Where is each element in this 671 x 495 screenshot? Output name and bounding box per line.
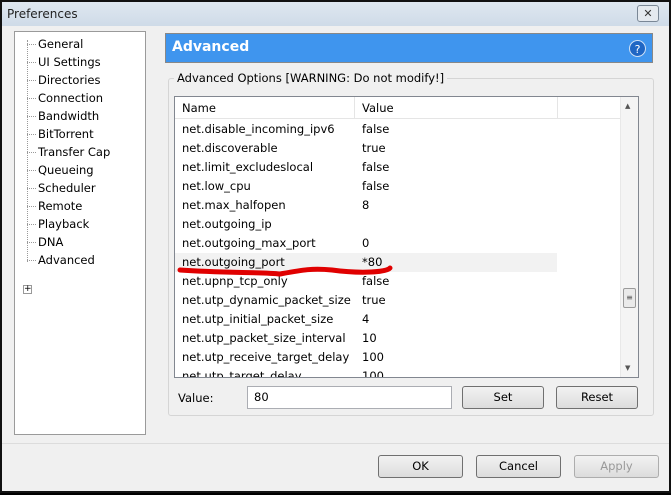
tree-item-playback[interactable]: Playback [38,215,89,233]
option-value: true [362,141,386,155]
tree-item-directories[interactable]: Directories [38,71,100,89]
tree-item-queueing[interactable]: Queueing [38,161,94,179]
tree-connector [27,44,36,45]
tree-item-bittorrent[interactable]: BitTorrent [38,125,94,143]
expand-icon[interactable]: + [23,285,32,294]
option-value: false [362,122,390,136]
section-title: Advanced [172,39,250,55]
value-label: Value: [178,391,214,405]
option-name: net.max_halfopen [182,198,286,212]
column-header-name[interactable]: Name [182,101,216,115]
ok-button[interactable]: OK [378,455,463,478]
section-header: Advanced ? [165,33,653,63]
option-name: net.utp_packet_size_interval [182,331,346,345]
list-header: Name Value [175,97,621,119]
window-title: Preferences [7,7,78,21]
tree-connector [27,152,36,153]
scroll-down-icon[interactable]: ▼ [625,364,630,372]
tree-item-remote[interactable]: Remote [38,197,82,215]
help-icon[interactable]: ? [629,40,646,57]
table-row[interactable]: net.disable_incoming_ipv6 false [175,120,557,139]
table-row[interactable]: net.utp_initial_packet_size 4 [175,310,557,329]
option-value: *80 [362,255,383,269]
tree-item-transfer-cap[interactable]: Transfer Cap [38,143,110,161]
tree-lines [27,40,28,262]
table-row[interactable]: net.utp_receive_target_delay 100 [175,348,557,367]
option-name: net.outgoing_port [182,255,285,269]
table-row[interactable]: net.discoverable true [175,139,557,158]
tree-connector [27,80,36,81]
option-value: false [362,274,390,288]
option-name: net.discoverable [182,141,278,155]
option-value: 100 [362,369,384,378]
options-list[interactable]: Name Value net.disable_incoming_ipv6fals… [174,96,639,378]
divider [2,443,669,444]
option-value: false [362,160,390,174]
vertical-scrollbar[interactable]: ▲ ≡ ▼ [620,97,638,377]
tree-connector [27,260,36,261]
category-tree: + General UI Settings Directories Connectio… [14,31,146,435]
option-name: net.low_cpu [182,179,251,193]
tree-connector [27,62,36,63]
option-name: net.outgoing_max_port [182,236,316,250]
option-value: 10 [362,331,377,345]
option-name: net.upnp_tcp_only [182,274,288,288]
group-label: Advanced Options [WARNING: Do not modify… [174,71,448,85]
option-value: false [362,179,390,193]
table-row[interactable]: net.outgoing_port *80 [175,253,557,272]
option-value: 4 [362,312,370,326]
tree-item-ui-settings[interactable]: UI Settings [38,53,101,71]
tree-item-scheduler[interactable]: Scheduler [38,179,96,197]
cancel-button[interactable]: Cancel [476,455,561,478]
table-row[interactable]: net.upnp_tcp_only false [175,272,557,291]
tree-item-general[interactable]: General [38,35,83,53]
column-divider[interactable] [557,97,558,119]
title-bar: Preferences ✕ [2,2,669,26]
scroll-up-icon[interactable]: ▲ [625,102,630,110]
option-value: true [362,293,386,307]
table-row[interactable]: net.utp_dynamic_packet_size true [175,291,557,310]
tree-item-connection[interactable]: Connection [38,89,103,107]
table-row[interactable]: net.outgoing_ip [175,215,557,234]
option-value: 100 [362,350,384,364]
tree-connector [27,170,36,171]
tree-connector [27,242,36,243]
scroll-thumb[interactable]: ≡ [623,288,636,308]
table-row[interactable]: net.max_halfopen 8 [175,196,557,215]
column-header-value[interactable]: Value [362,101,394,115]
table-row[interactable]: net.low_cpu false [175,177,557,196]
tree-connector [27,224,36,225]
tree-connector [27,188,36,189]
column-divider[interactable] [354,97,355,119]
option-name: net.utp_receive_target_delay [182,350,350,364]
table-row[interactable]: net.utp_target_delay 100 [175,367,557,378]
reset-button[interactable]: Reset [556,386,638,409]
apply-button[interactable]: Apply [574,455,659,478]
table-row[interactable]: net.outgoing_max_port 0 [175,234,557,253]
tree-connector [27,206,36,207]
tree-item-bandwidth[interactable]: Bandwidth [38,107,99,125]
tree-item-dna[interactable]: DNA [38,233,63,251]
tree-connector [27,134,36,135]
option-name: net.utp_target_delay [182,369,302,378]
close-button[interactable]: ✕ [637,5,659,22]
tree-item-advanced[interactable]: Advanced [38,251,95,269]
option-name: net.utp_dynamic_packet_size [182,293,351,307]
tree-connector [27,116,36,117]
option-name: net.outgoing_ip [182,217,272,231]
option-name: net.utp_initial_packet_size [182,312,334,326]
option-value: 8 [362,198,370,212]
preferences-window: Preferences ✕ + General UI Settings Direct… [0,0,671,493]
option-name: net.limit_excludeslocal [182,160,314,174]
tree-connector [27,98,36,99]
option-name: net.disable_incoming_ipv6 [182,122,335,136]
value-input[interactable]: 80 [247,386,452,409]
option-value: 0 [362,236,370,250]
table-row[interactable]: net.limit_excludeslocal false [175,158,557,177]
table-row[interactable]: net.utp_packet_size_interval 10 [175,329,557,348]
set-button[interactable]: Set [462,386,544,409]
